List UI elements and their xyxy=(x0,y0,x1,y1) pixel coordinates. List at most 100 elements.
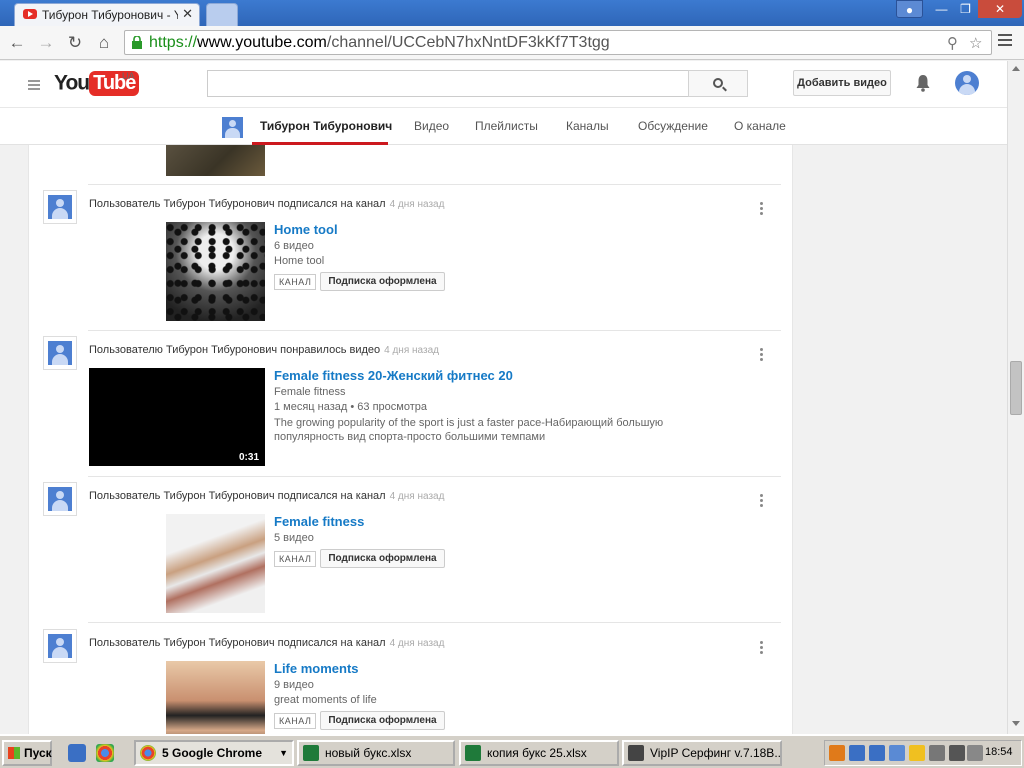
video-count: 5 видео xyxy=(274,532,314,544)
tab-channel-home[interactable]: Тибурон Тибуронович xyxy=(260,119,392,133)
channel-description: great moments of life xyxy=(274,694,377,706)
channel-badge: КАНАЛ xyxy=(274,550,317,567)
feed-divider xyxy=(88,622,781,623)
zoom-search-icon[interactable]: ⚲ xyxy=(947,34,958,52)
network-tray-icon[interactable] xyxy=(849,745,865,761)
chrome-icon xyxy=(140,745,156,761)
network-tray-icon[interactable] xyxy=(869,745,885,761)
volume-tray-icon[interactable] xyxy=(967,745,983,761)
video-description: The growing popularity of the sport is j… xyxy=(274,417,664,443)
restore-window-button[interactable]: ❐ xyxy=(952,0,979,18)
tab-channels[interactable]: Каналы xyxy=(566,119,609,133)
search-icon xyxy=(713,78,723,88)
user-profile-icon[interactable]: ● xyxy=(896,0,923,18)
excel-icon xyxy=(303,745,319,761)
address-bar[interactable]: https://www.youtube.com/channel/UCCebN7h… xyxy=(124,30,992,55)
browser-toolbar: ← → ↻ ⌂ https://www.youtube.com/channel/… xyxy=(0,26,1024,60)
activity-text: Пользователю Тибурон Тибуронович понрави… xyxy=(89,344,439,356)
more-options-icon[interactable] xyxy=(760,202,764,217)
system-tray: 18:54 xyxy=(824,740,1022,766)
tab-videos[interactable]: Видео xyxy=(414,119,449,133)
more-options-icon[interactable] xyxy=(760,348,764,363)
taskbar-item-excel-2[interactable]: копия букс 25.xlsx xyxy=(459,740,619,766)
subscribed-button[interactable]: Подписка оформлена xyxy=(320,549,445,568)
windows-taskbar: Пуск 5 Google Chrome ▼ новый букс.xlsx к… xyxy=(0,734,1024,768)
user-avatar[interactable] xyxy=(43,336,77,370)
search-button[interactable] xyxy=(688,70,748,97)
page-scrollbar[interactable] xyxy=(1007,61,1024,734)
chevron-down-icon: ▼ xyxy=(279,748,288,758)
chrome-quicklaunch-icon[interactable] xyxy=(96,744,114,762)
notifications-bell-icon[interactable] xyxy=(915,74,931,92)
channel-title-link[interactable]: Life moments xyxy=(274,661,754,676)
activity-feed: Пользователь Тибурон Тибуронович подписа… xyxy=(28,145,793,734)
channel-thumbnail[interactable] xyxy=(166,222,265,321)
subscribed-button[interactable]: Подписка оформлена xyxy=(320,272,445,291)
channel-avatar[interactable] xyxy=(222,117,243,138)
show-desktop-icon[interactable] xyxy=(68,744,86,762)
taskbar-item-excel-1[interactable]: новый букс.xlsx xyxy=(297,740,455,766)
search-input[interactable] xyxy=(207,70,689,97)
previous-item-thumbnail[interactable] xyxy=(166,145,265,176)
scroll-up-arrow-icon[interactable] xyxy=(1012,66,1020,71)
browser-tab-youtube[interactable]: Тибурон Тибуронович - Yo ✕ xyxy=(14,3,200,26)
activity-time: 4 дня назад xyxy=(389,199,445,210)
display-tray-icon[interactable] xyxy=(889,745,905,761)
activity-time: 4 дня назад xyxy=(389,491,445,502)
chrome-menu-icon[interactable] xyxy=(998,34,1012,48)
home-icon[interactable]: ⌂ xyxy=(93,32,115,54)
warning-tray-icon[interactable] xyxy=(909,745,925,761)
user-avatar[interactable] xyxy=(43,190,77,224)
feed-divider xyxy=(88,184,781,185)
feed-divider xyxy=(88,476,781,477)
url-text: https://www.youtube.com/channel/UCCebN7h… xyxy=(149,34,610,51)
youtube-logo[interactable]: You Tube UA xyxy=(54,71,140,97)
new-tab-button[interactable] xyxy=(206,3,238,26)
youtube-favicon-icon xyxy=(23,9,37,19)
secure-lock-icon xyxy=(132,36,142,49)
channel-thumbnail[interactable] xyxy=(166,661,265,734)
tab-about[interactable]: О канале xyxy=(734,119,786,133)
channel-navigation: Тибурон Тибуронович Видео Плейлисты Кана… xyxy=(0,108,1007,145)
antivirus-tray-icon[interactable] xyxy=(949,745,965,761)
forward-arrow-icon[interactable]: → xyxy=(35,32,57,54)
minimize-window-button[interactable]: — xyxy=(928,0,955,18)
channel-title-link[interactable]: Female fitness xyxy=(274,514,754,529)
bookmark-star-icon[interactable]: ☆ xyxy=(969,34,982,52)
back-arrow-icon[interactable]: ← xyxy=(6,32,28,54)
tab-close-icon[interactable]: ✕ xyxy=(182,6,193,22)
excel-icon xyxy=(465,745,481,761)
guide-menu-icon[interactable] xyxy=(28,80,40,92)
tab-playlists[interactable]: Плейлисты xyxy=(475,119,538,133)
scroll-down-arrow-icon[interactable] xyxy=(1012,721,1020,726)
more-options-icon[interactable] xyxy=(760,641,764,656)
tab-title: Тибурон Тибуронович - Yo xyxy=(42,8,178,22)
subscribed-button[interactable]: Подписка оформлена xyxy=(320,711,445,730)
upload-video-button[interactable]: Добавить видео xyxy=(793,70,891,96)
vlc-tray-icon[interactable] xyxy=(829,745,845,761)
settings-tray-icon[interactable] xyxy=(929,745,945,761)
user-avatar[interactable] xyxy=(43,629,77,663)
account-avatar[interactable] xyxy=(955,71,979,95)
start-button[interactable]: Пуск xyxy=(2,740,52,766)
video-age-views: 1 месяц назад • 63 просмотра xyxy=(274,401,427,413)
region-code: UA xyxy=(122,71,135,81)
tab-discussion[interactable]: Обсуждение xyxy=(638,119,708,133)
channel-badge: КАНАЛ xyxy=(274,712,317,729)
scrollbar-thumb[interactable] xyxy=(1010,361,1022,415)
channel-thumbnail[interactable] xyxy=(166,514,265,613)
taskbar-item-chrome[interactable]: 5 Google Chrome ▼ xyxy=(134,740,294,766)
close-window-button[interactable]: ✕ xyxy=(978,0,1022,18)
activity-time: 4 дня назад xyxy=(389,638,445,649)
video-title-link[interactable]: Female fitness 20-Женский фитнес 20 xyxy=(274,368,754,383)
channel-title-link[interactable]: Home tool xyxy=(274,222,754,237)
video-duration: 0:31 xyxy=(235,451,262,464)
more-options-icon[interactable] xyxy=(760,494,764,509)
user-avatar[interactable] xyxy=(43,482,77,516)
taskbar-item-vipip[interactable]: VipIP Серфинг v.7.18B... xyxy=(622,740,782,766)
reload-icon[interactable]: ↻ xyxy=(64,32,86,54)
youtube-masthead: You Tube UA Добавить видео xyxy=(0,61,1007,108)
video-count: 9 видео xyxy=(274,679,314,691)
video-channel-name[interactable]: Female fitness xyxy=(274,386,754,398)
video-thumbnail[interactable]: 0:31 xyxy=(89,368,265,466)
